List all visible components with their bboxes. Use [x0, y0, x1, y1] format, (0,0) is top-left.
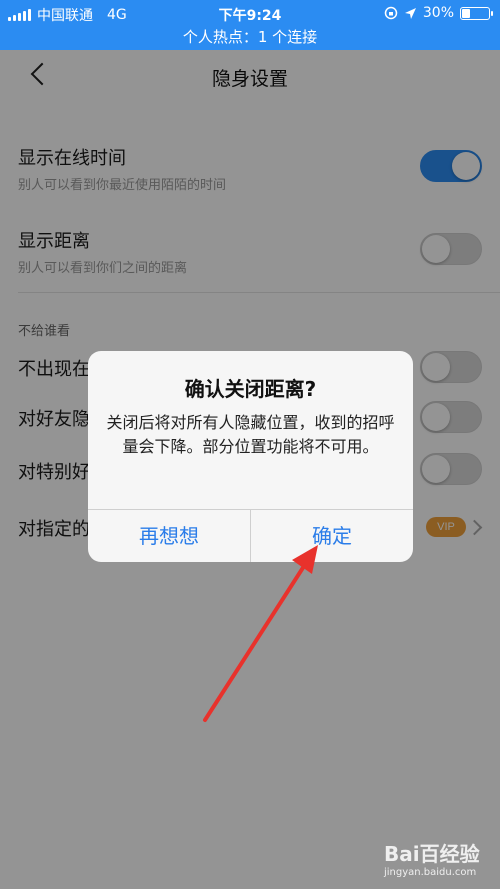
- status-bar: 中国联通 4G 下午9:24 30% 个人热点：1 个连接: [0, 0, 500, 50]
- dialog-message: 关闭后将对所有人隐藏位置，收到的招呼量会下降。部分位置功能将不可用。: [106, 413, 395, 456]
- confirm-button[interactable]: 确定: [251, 510, 413, 562]
- battery-icon: [460, 6, 493, 20]
- dialog-title: 确认关闭距离?: [184, 377, 317, 401]
- confirm-dialog: 确认关闭距离? 关闭后将对所有人隐藏位置，收到的招呼量会下降。部分位置功能将不可…: [88, 351, 413, 562]
- rotation-lock-icon: [384, 6, 398, 20]
- battery-percent: 30%: [422, 5, 454, 21]
- cancel-button[interactable]: 再想想: [88, 510, 250, 562]
- hotspot-banner[interactable]: 个人热点：1 个连接: [0, 26, 500, 47]
- location-arrow-icon: [404, 7, 416, 19]
- watermark-url: jingyan.baidu.com: [384, 867, 477, 878]
- watermark-logo: Bai百经验: [384, 842, 480, 866]
- baidu-jingyan-watermark: Bai百经验 jingyan.baidu.com: [384, 838, 494, 878]
